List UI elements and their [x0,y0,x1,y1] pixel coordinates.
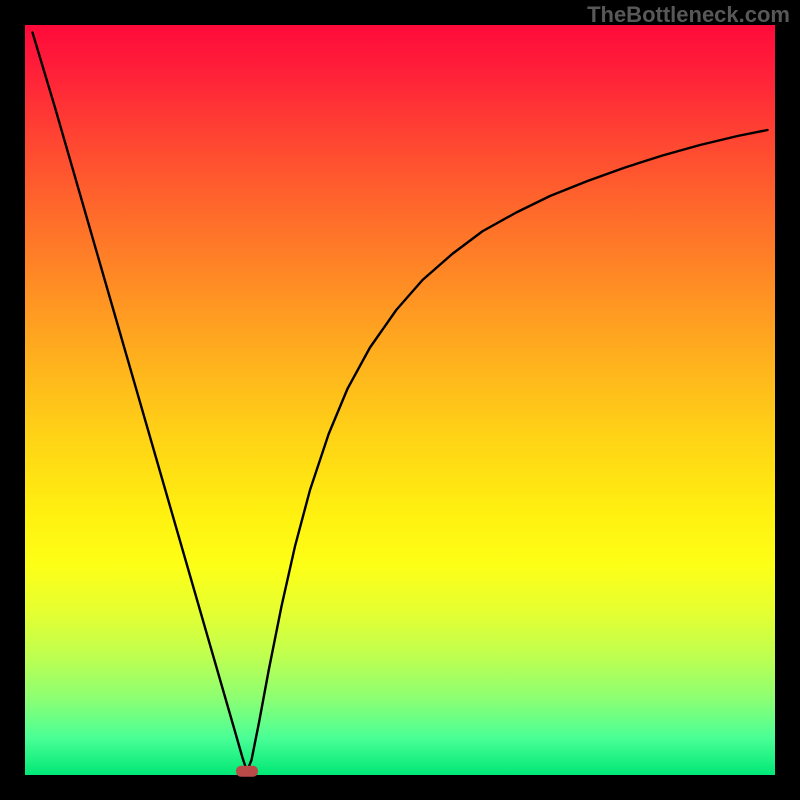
min-marker [236,766,258,777]
bottleneck-chart [0,0,800,800]
watermark-label: TheBottleneck.com [587,2,790,28]
plot-area [25,25,775,775]
chart-container: TheBottleneck.com [0,0,800,800]
